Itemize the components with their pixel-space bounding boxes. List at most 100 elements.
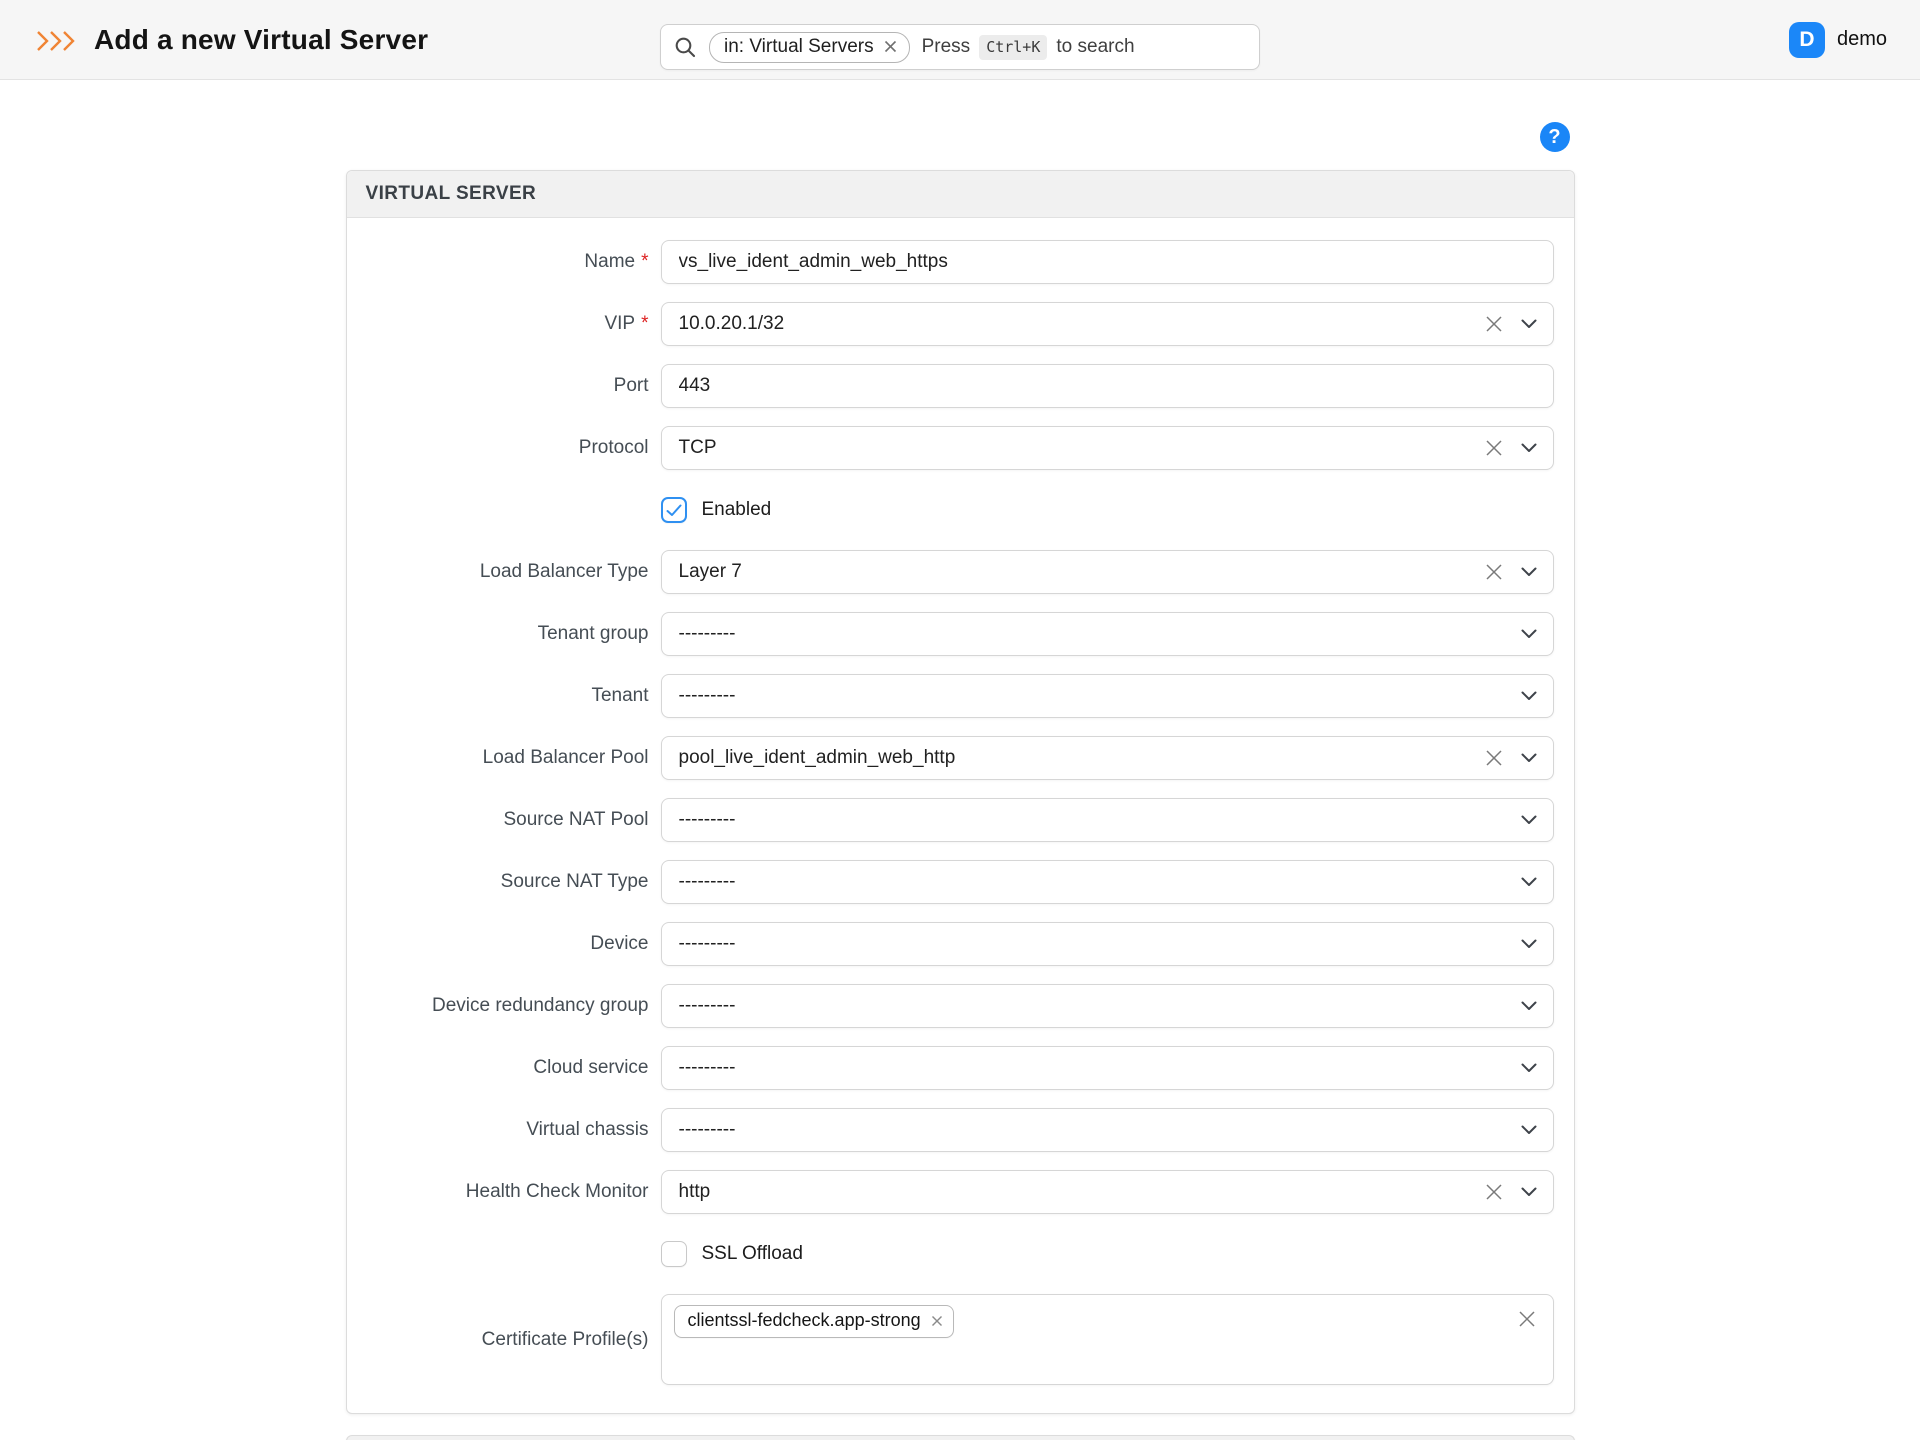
enabled-checkbox[interactable] [661,497,687,523]
name-control [661,240,1554,284]
chevron-down-icon[interactable] [1521,753,1537,763]
cloud-service-selected-value: --------- [679,1057,736,1079]
chevron-down-icon[interactable] [1521,1063,1537,1073]
help-icon[interactable]: ? [1540,122,1570,152]
search-input[interactable]: in: Virtual Servers Press Ctrl+K to sear… [660,24,1260,70]
cloud-service-label-text: Cloud service [533,1057,648,1078]
protocol-select[interactable]: TCP [661,426,1554,470]
chevron-down-icon[interactable] [1521,815,1537,825]
source-nat-pool-selected-value: --------- [679,809,736,831]
vip-selected-value: 10.0.20.1/32 [679,313,785,335]
chevron-down-icon[interactable] [1521,319,1537,329]
health-check-monitor-label: Health Check Monitor [367,1181,649,1203]
tenant-select[interactable]: --------- [661,674,1554,718]
virtual-chassis-selected-value: --------- [679,1119,736,1141]
chevron-down-icon[interactable] [1521,567,1537,577]
port-control [661,364,1554,408]
search-hint-prefix: Press [922,36,971,58]
field-row-ssl-offload: SSL Offload [661,1232,1554,1276]
device-select-icons [1521,923,1537,965]
clear-icon[interactable] [1485,563,1503,581]
vip-select[interactable]: 10.0.20.1/32 [661,302,1554,346]
clear-icon[interactable] [1485,439,1503,457]
chevron-down-icon[interactable] [1521,877,1537,887]
chip-remove-icon[interactable] [931,1315,943,1327]
virtual-chassis-select-icons [1521,1109,1537,1151]
name-input[interactable] [661,240,1554,284]
source-nat-type-label-text: Source NAT Type [501,871,649,892]
load-balancer-pool-label-text: Load Balancer Pool [483,747,649,768]
load-balancer-pool-select-icons [1485,737,1537,779]
user-menu[interactable]: D demo [1789,22,1887,58]
load-balancer-type-select[interactable]: Layer 7 [661,550,1554,594]
chevron-down-icon[interactable] [1521,443,1537,453]
field-row-tenant-group: Tenant group --------- [367,612,1554,656]
chevron-down-icon[interactable] [1521,939,1537,949]
tenant-group-label: Tenant group [367,623,649,645]
load-balancer-pool-selected-value: pool_live_ident_admin_web_http [679,747,956,769]
device-selected-value: --------- [679,933,736,955]
load-balancer-type-select-icons [1485,551,1537,593]
load-balancer-pool-label: Load Balancer Pool [367,747,649,769]
form-fields: Name*VIP*10.0.20.1/32PortProtocolTCPEnab… [347,218,1574,1413]
device-redundancy-group-select[interactable]: --------- [661,984,1554,1028]
field-row-source-nat-pool: Source NAT Pool--------- [367,798,1554,842]
top-bar: Add a new Virtual Server in: Virtual Ser… [0,0,1920,80]
required-marker: * [641,251,648,272]
field-row-device: Device--------- [367,922,1554,966]
tenant-group-select[interactable]: --------- [661,612,1554,656]
certificate-profiles-multiselect[interactable]: clientssl-fedcheck.app-strong [661,1294,1554,1385]
name-label-text: Name [584,251,635,272]
clear-icon[interactable] [1485,315,1503,333]
health-check-monitor-select[interactable]: http [661,1170,1554,1214]
vip-label-text: VIP [604,313,635,334]
chevron-down-icon[interactable] [1521,691,1537,701]
required-marker: * [641,313,648,334]
name-label: Name * [367,251,649,273]
search-icon [674,36,697,59]
device-redundancy-group-label-text: Device redundancy group [432,995,649,1016]
cloud-service-select[interactable]: --------- [661,1046,1554,1090]
source-nat-type-control: --------- [661,860,1554,904]
clear-icon[interactable] [1485,1183,1503,1201]
port-input[interactable] [661,364,1554,408]
tenant-select-icons [1521,675,1537,717]
search-hint-suffix: to search [1056,36,1134,58]
chevron-down-icon[interactable] [1521,629,1537,639]
main-content: ? VIRTUAL SERVER Name*VIP*10.0.20.1/32Po… [346,170,1575,1440]
source-nat-type-label: Source NAT Type [367,871,649,893]
certificate-profiles-label-text: Certificate Profile(s) [482,1329,649,1350]
virtual-chassis-select[interactable]: --------- [661,1108,1554,1152]
search-filter-chip: in: Virtual Servers [709,32,910,63]
panel-title: VIRTUAL SERVER [347,171,1574,218]
device-redundancy-group-selected-value: --------- [679,995,736,1017]
source-nat-type-select[interactable]: --------- [661,860,1554,904]
check-icon [666,504,682,517]
source-nat-pool-select[interactable]: --------- [661,798,1554,842]
field-row-vip: VIP * 10.0.20.1/32 [367,302,1554,346]
field-row-protocol: ProtocolTCP [367,426,1554,470]
field-row-cloud-service: Cloud service --------- [367,1046,1554,1090]
virtual-chassis-label: Virtual chassis [367,1119,649,1141]
tenant-selected-value: --------- [679,685,736,707]
source-nat-pool-control: --------- [661,798,1554,842]
chevron-down-icon[interactable] [1521,1125,1537,1135]
load-balancer-type-selected-value: Layer 7 [679,561,742,583]
certificate-profiles-control: clientssl-fedcheck.app-strong [661,1294,1554,1385]
chip-remove-icon[interactable] [884,40,897,53]
chevron-down-icon[interactable] [1521,1001,1537,1011]
clear-icon[interactable] [1485,749,1503,767]
chevron-down-icon[interactable] [1521,1187,1537,1197]
tenant-control: --------- [661,674,1554,718]
avatar[interactable]: D [1789,22,1825,58]
protocol-control: TCP [661,426,1554,470]
clear-icon[interactable] [1518,1310,1536,1328]
load-balancer-pool-select[interactable]: pool_live_ident_admin_web_http [661,736,1554,780]
ssl-offload-label: SSL Offload [702,1243,803,1265]
cloud-service-control: --------- [661,1046,1554,1090]
cloud-service-label: Cloud service [367,1057,649,1079]
tenant-group-select-icons [1521,613,1537,655]
certificate-profiles-label: Certificate Profile(s) [367,1329,649,1351]
device-select[interactable]: --------- [661,922,1554,966]
ssl-offload-checkbox[interactable] [661,1241,687,1267]
